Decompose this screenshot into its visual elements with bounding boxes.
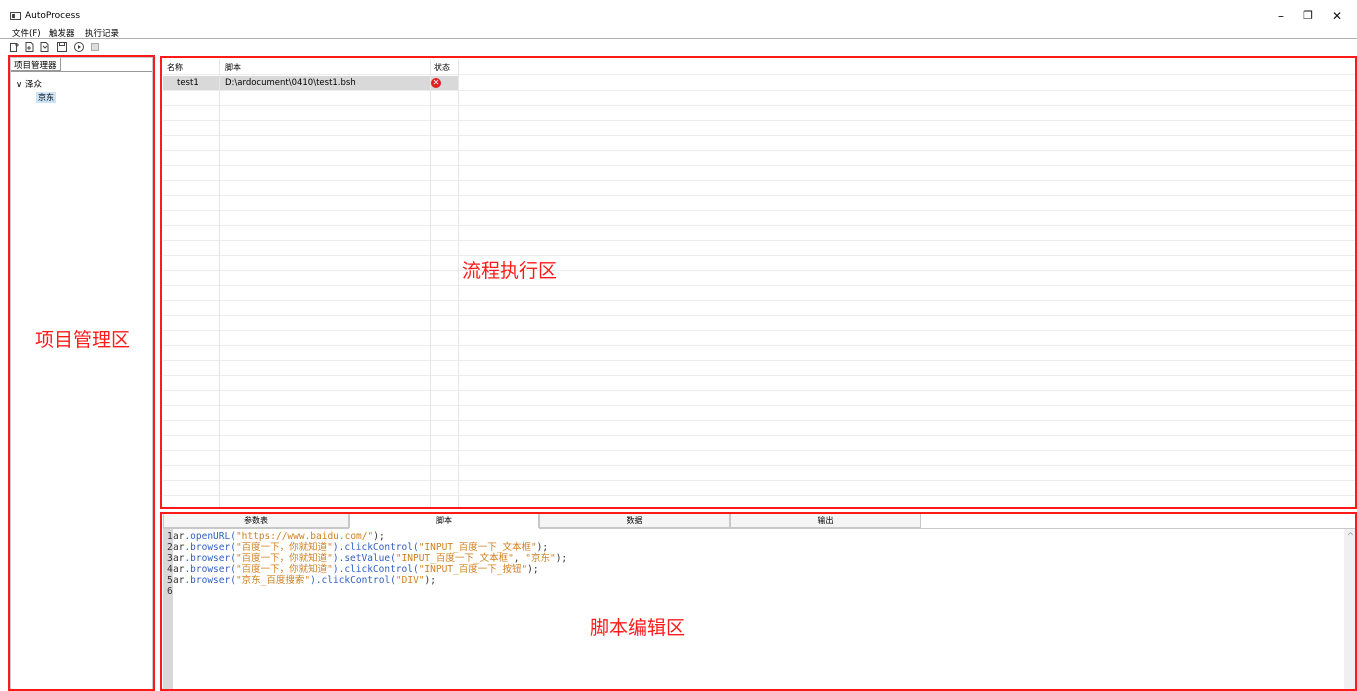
run-icon[interactable] [74, 42, 84, 52]
annotation-label-script: 脚本编辑区 [590, 617, 686, 639]
menu-trigger[interactable]: 触发器 [49, 27, 75, 39]
menu-bar: 文件(F) 触发器 执行记录 [0, 26, 1357, 39]
menu-file[interactable]: 文件(F) [12, 27, 41, 39]
annotation-box-script [160, 512, 1357, 691]
minimize-button[interactable]: – [1271, 8, 1291, 24]
new-project-icon[interactable] [10, 42, 20, 52]
toolbar [0, 40, 1357, 53]
annotation-box-project [8, 55, 155, 691]
window-title: AutoProcess [25, 11, 81, 21]
app-icon [10, 12, 21, 20]
close-button[interactable]: ✕ [1327, 8, 1347, 24]
import-file-icon[interactable] [40, 42, 50, 52]
annotation-box-flow [160, 56, 1357, 509]
annotation-label-flow: 流程执行区 [462, 260, 558, 282]
title-bar: AutoProcess – ❐ ✕ [0, 0, 1357, 26]
menu-exec-log[interactable]: 执行记录 [85, 27, 119, 39]
restore-button[interactable]: ❐ [1298, 8, 1318, 24]
stop-icon[interactable] [90, 42, 100, 52]
add-file-icon[interactable] [25, 42, 35, 52]
save-icon[interactable] [57, 42, 67, 52]
annotation-label-project: 项目管理区 [35, 329, 131, 351]
